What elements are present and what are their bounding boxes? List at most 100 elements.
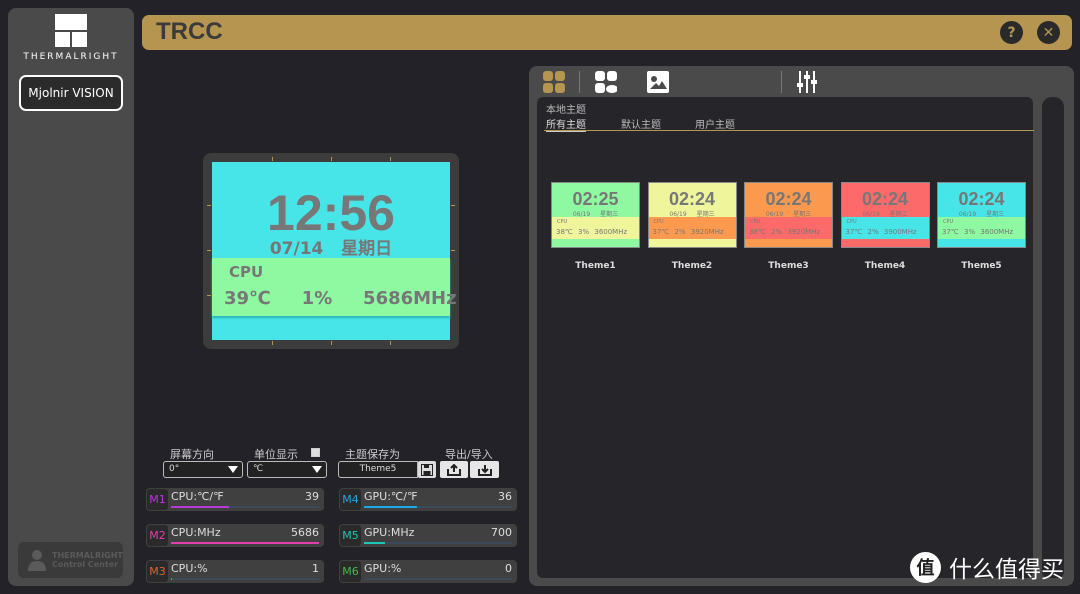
monitor-name: CPU:℃/℉ [171, 490, 224, 503]
monitor-name: GPU:% [364, 562, 402, 575]
theme-time: 02:24 [668, 189, 716, 209]
close-button[interactable]: ✕ [1037, 21, 1060, 44]
monitor-name: GPU:MHz [364, 526, 415, 539]
theme-cpu-label: CPU [846, 219, 857, 225]
theme-freq: 3900MHz [883, 228, 917, 236]
orientation-select[interactable]: 0° [163, 461, 243, 478]
monitor-bar-fill [171, 542, 319, 544]
monitor-tag: M5 [340, 525, 361, 546]
monitor-m6[interactable]: M6 GPU:% 0 [339, 560, 517, 583]
theme-freq: 3600MHz [594, 228, 628, 236]
tab-user-themes[interactable]: 用户主题 [695, 116, 735, 131]
monitor-bar [364, 506, 512, 508]
section-title: 本地主题 [546, 105, 586, 116]
orientation-label: 屏幕方向 [170, 448, 214, 461]
theme-temp: 37℃ [652, 228, 670, 236]
local-themes-grid-icon[interactable] [543, 71, 565, 93]
theme-name[interactable]: Theme5 [937, 261, 1026, 271]
control-center-badge[interactable]: THERMALRIGHT Control Center [18, 542, 123, 578]
preview-usage: 1% [301, 288, 333, 309]
theme-thumbnail[interactable]: 02:25 06/19 星期三 CPU 38℃ 3% 3600MHz [551, 182, 640, 248]
theme-usage: 2% [674, 228, 686, 236]
monitor-name: GPU:℃/℉ [364, 490, 418, 503]
preview-cpu-values: 39℃ 1% 5686MHz [224, 288, 457, 309]
unit-label: 单位显示 [254, 448, 298, 461]
theme-cpu-values: 37℃ 2% 3900MHz [846, 228, 917, 236]
import-button[interactable] [470, 461, 499, 478]
theme-cpu-band: CPU 37℃ 2% 3900MHz [841, 217, 929, 239]
image-icon[interactable] [647, 71, 669, 93]
theme-freq: 3920MHz [787, 228, 821, 236]
theme-cpu-label: CPU [943, 219, 954, 225]
cloud-themes-icon[interactable] [595, 71, 617, 93]
floppy-disk-icon [421, 463, 433, 476]
title-bar: TRCC ? ✕ [142, 15, 1072, 50]
theme-name[interactable]: Theme2 [648, 261, 737, 271]
theme-usage: 3% [578, 228, 590, 236]
theme-name-input[interactable]: Theme5 [338, 461, 418, 478]
theme-usage: 3% [964, 228, 976, 236]
unit-checkbox[interactable] [311, 448, 320, 457]
monitor-bar-fill [171, 578, 173, 580]
device-button[interactable]: Mjolnir VISION [19, 75, 123, 111]
theme-thumbnail[interactable]: 02:24 06/19 星期三 CPU 37℃ 2% 3920MHz [647, 182, 737, 248]
theme-cpu-values: 37℃ 3% 3600MHz [942, 228, 1013, 236]
theme-name[interactable]: Theme1 [551, 261, 640, 271]
theme-temp: 37℃ [845, 228, 863, 236]
theme-temp: 38℃ [749, 228, 766, 236]
monitor-value: 1 [312, 562, 319, 575]
theme-cpu-band: CPU 38℃ 3% 3600MHz [552, 217, 639, 239]
tab-default-themes[interactable]: 默认主题 [621, 116, 661, 131]
theme-cpu-label: CPU [750, 219, 761, 225]
monitor-tag: M4 [340, 489, 361, 510]
preview-freq: 5686MHz [363, 288, 457, 309]
monitor-m2[interactable]: M2 CPU:MHz 5686 [146, 524, 324, 547]
theme-thumbnail[interactable]: 02:24 06/19 星期三 CPU 38℃ 2% 3920MHz [744, 182, 833, 248]
preview-weekday: 星期日 [341, 239, 393, 259]
theme-name[interactable]: Theme3 [744, 261, 833, 271]
monitor-bar-fill [171, 506, 229, 508]
unit-select[interactable]: ℃ [247, 461, 327, 478]
close-icon: ✕ [1042, 24, 1055, 41]
monitor-tag: M3 [147, 561, 168, 582]
save-button[interactable] [418, 461, 436, 478]
user-icon [28, 550, 46, 571]
theme-name[interactable]: Theme4 [841, 261, 930, 271]
theme-thumbnail[interactable]: 02:24 06/19 星期三 CPU 37℃ 2% 3900MHz [840, 182, 930, 248]
monitor-bar-fill [364, 506, 418, 508]
monitor-m3[interactable]: M3 CPU:% 1 [146, 560, 324, 583]
theme-thumbnail[interactable]: 02:24 06/19 星期三 CPU 37℃ 3% 3600MHz [937, 182, 1026, 248]
theme-usage: 2% [771, 228, 783, 236]
monitor-value: 36 [498, 490, 512, 503]
preview-temp: 39℃ [224, 288, 271, 309]
monitor-bar [171, 542, 319, 544]
theme-freq: 3920MHz [690, 228, 724, 236]
export-button[interactable] [440, 461, 468, 478]
theme-time: 02:24 [861, 189, 909, 209]
app-title: TRCC [156, 18, 223, 45]
preview-cpu-band: CPU 39℃ 1% 5686MHz [212, 258, 457, 316]
preview-date-value: 07/14 [269, 239, 324, 259]
theme-time: 02:25 [572, 189, 619, 209]
theme-cpu-values: 38℃ 3% 3600MHz [556, 228, 627, 236]
theme-time: 02:24 [765, 189, 812, 209]
watermark-badge: 值 [910, 551, 941, 583]
sidebar: THERMALRIGHT Mjolnir VISION THERMALRIGHT… [8, 8, 134, 586]
help-button[interactable]: ? [1000, 21, 1023, 44]
theme-cpu-label: CPU [653, 219, 664, 225]
theme-cpu-band: CPU 37℃ 3% 3600MHz [938, 217, 1025, 239]
monitor-tag: M1 [147, 489, 168, 510]
vertical-scrollbar[interactable] [1042, 97, 1064, 578]
monitor-m4[interactable]: M4 GPU:℃/℉ 36 [339, 488, 517, 511]
monitor-m1[interactable]: M1 CPU:℃/℉ 39 [146, 488, 324, 511]
preview-screen[interactable]: 12:56 07/14 星期日 CPU 39℃ 1% 5686MHz [212, 162, 457, 340]
lcd-preview: 12:56 07/14 星期日 CPU 39℃ 1% 5686MHz [203, 153, 459, 349]
download-icon [477, 464, 492, 476]
theme-cpu-label: CPU [557, 219, 568, 225]
badge-line1: THERMALRIGHT [52, 551, 123, 560]
settings-sliders-icon[interactable] [796, 71, 818, 93]
monitor-m5[interactable]: M5 GPU:MHz 700 [339, 524, 517, 547]
watermark-text: 什么值得买 [949, 557, 1064, 583]
theme-usage: 2% [867, 228, 879, 236]
theme-temp: 37℃ [942, 228, 959, 236]
